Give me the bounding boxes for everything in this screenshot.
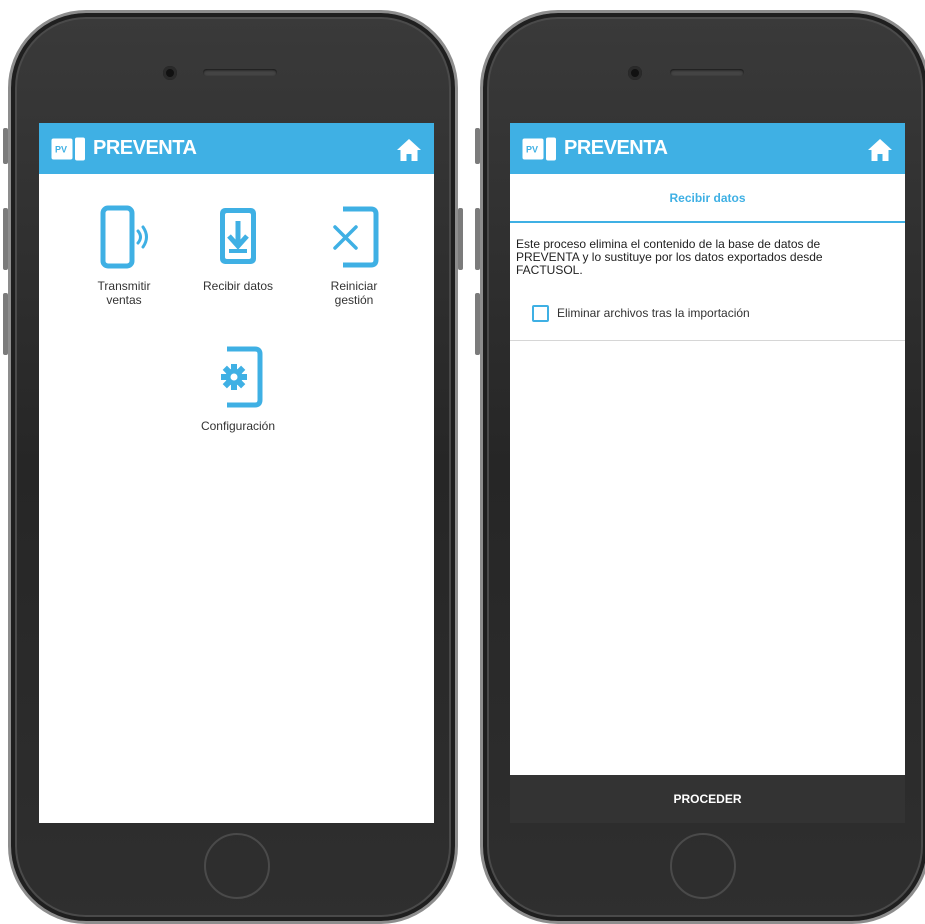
- download-icon: [220, 208, 256, 264]
- menu-item-transmitir-ventas[interactable]: Transmitir ventas: [69, 205, 179, 307]
- menu-label-line: gestión: [334, 293, 374, 307]
- app-header: PV PREVENTA: [39, 123, 434, 174]
- phone-home-button: [670, 833, 736, 899]
- earpiece-speaker: [203, 69, 277, 76]
- delete-files-checkbox[interactable]: [532, 305, 549, 322]
- app-title: PREVENTA: [564, 137, 668, 159]
- volume-down-button: [3, 293, 8, 355]
- home-icon[interactable]: [867, 138, 893, 162]
- description-line: Este proceso elimina el contenido de la …: [516, 237, 821, 251]
- menu-label: Configuración: [200, 419, 276, 433]
- description-line: PREVENTA y lo sustituye por los datos ex…: [516, 250, 823, 264]
- mute-switch: [475, 128, 480, 164]
- svg-text:PV: PV: [55, 145, 67, 155]
- phone-reset-icon: [333, 206, 379, 268]
- menu-label-line: Reiniciar: [330, 279, 378, 293]
- description-line: FACTUSOL.: [516, 263, 583, 277]
- preventa-logo-icon: PV: [51, 137, 85, 161]
- menu-label-line: Transmitir: [97, 279, 151, 293]
- home-icon[interactable]: [396, 138, 422, 162]
- menu-item-configuracion[interactable]: Configuración: [183, 345, 293, 433]
- phone-transmit-icon: [100, 205, 148, 269]
- process-description: Este proceso elimina el contenido de la …: [516, 238, 896, 277]
- delete-files-label: Eliminar archivos tras la importación: [557, 306, 750, 320]
- home-screen: PV PREVENTA Transmitir ventas Recibir da…: [39, 123, 434, 823]
- phone-frame-right: PV PREVENTA Recibir datos Este proceso e…: [475, 10, 925, 924]
- divider: [510, 340, 905, 341]
- app-header: PV PREVENTA: [510, 123, 905, 174]
- menu-item-reiniciar-gestion[interactable]: Reiniciar gestión: [299, 205, 409, 307]
- svg-text:PV: PV: [526, 145, 538, 155]
- power-button: [458, 208, 463, 270]
- proceed-button[interactable]: PROCEDER: [510, 775, 905, 823]
- volume-down-button: [475, 293, 480, 355]
- recibir-datos-screen: PV PREVENTA Recibir datos Este proceso e…: [510, 123, 905, 823]
- menu-item-recibir-datos[interactable]: Recibir datos: [183, 205, 293, 293]
- front-camera: [163, 66, 177, 80]
- page-title: Recibir datos: [669, 191, 746, 205]
- front-camera: [628, 66, 642, 80]
- volume-up-button: [3, 208, 8, 270]
- menu-label: Recibir datos: [202, 279, 274, 293]
- app-title: PREVENTA: [93, 137, 197, 159]
- phone-home-button: [204, 833, 270, 899]
- phone-settings-icon: [221, 346, 263, 408]
- phone-frame-left: PV PREVENTA Transmitir ventas Recibir da…: [3, 10, 463, 924]
- volume-up-button: [475, 208, 480, 270]
- earpiece-speaker: [670, 69, 744, 76]
- page-subheader: Recibir datos: [510, 174, 905, 223]
- mute-switch: [3, 128, 8, 164]
- preventa-logo-icon: PV: [522, 137, 556, 161]
- menu-label-line: ventas: [106, 293, 142, 307]
